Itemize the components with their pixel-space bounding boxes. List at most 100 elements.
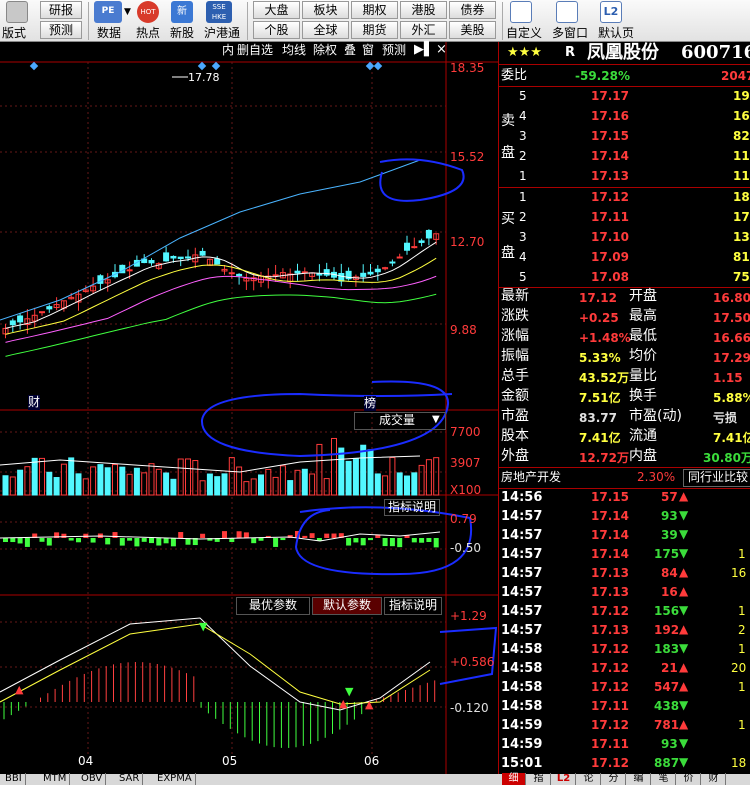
bid-price: 17.08: [591, 270, 629, 284]
sector-name[interactable]: 房地产开发: [501, 470, 561, 485]
candle-body: [163, 252, 170, 262]
market-0-1-button[interactable]: 板块: [302, 1, 349, 19]
candle-body: [126, 269, 133, 272]
shanghai-hk-connect-icon[interactable]: SSE HKE: [206, 1, 232, 23]
divider: [499, 187, 750, 188]
weibi-value: -59.28%: [575, 69, 630, 83]
tick-price: 17.14: [591, 528, 629, 542]
ask-price: 17.13: [591, 169, 629, 183]
chevron-down-icon[interactable]: ▼: [124, 5, 131, 19]
weibi-count: 2047: [721, 69, 750, 83]
chart-toolbar-button[interactable]: 均线: [282, 43, 306, 58]
quote-tab[interactable]: 分: [602, 773, 626, 785]
candle-body: [177, 256, 184, 260]
quote-tab[interactable]: 论: [577, 773, 601, 785]
research-report-button[interactable]: 研报: [40, 1, 82, 19]
macd-button-0[interactable]: 最优参数: [236, 597, 310, 615]
quote-tab[interactable]: L2: [552, 773, 576, 785]
market-1-4-button[interactable]: 美股: [449, 21, 496, 39]
volume-bar: [404, 475, 410, 496]
default-page-label[interactable]: 默认页: [598, 26, 634, 40]
market-1-3-button[interactable]: 外汇: [400, 21, 447, 39]
new-stock-icon[interactable]: 新: [171, 1, 193, 23]
indicator-tab-sar[interactable]: SAR: [116, 773, 144, 785]
quote-tab[interactable]: 价: [677, 773, 701, 785]
custom-label[interactable]: 自定义: [506, 26, 542, 40]
candle-body: [396, 256, 403, 259]
market-1-0-button[interactable]: 个股: [253, 21, 300, 39]
indicator-tab-mtm[interactable]: MTM: [40, 773, 71, 785]
kline-chart-area[interactable]: 内删自选 均线 除权叠窗预测 ▶▌ × 18.35 15.52 12.70 9.88 17.78 财…: [0, 42, 498, 785]
quote-tab[interactable]: 编: [627, 773, 651, 785]
multi-window-icon[interactable]: [556, 1, 578, 23]
chart-toolbar-button[interactable]: 内: [222, 43, 234, 58]
hot-icon[interactable]: HOT: [137, 1, 159, 23]
macd-button-2[interactable]: 指标说明: [384, 597, 442, 615]
ask-level: 3: [519, 129, 527, 143]
weibi-label: 委比: [501, 68, 528, 83]
chart-toolbar-button[interactable]: 除权: [313, 43, 337, 58]
bid-volume: 182: [733, 190, 750, 204]
indicator-bar: [156, 538, 162, 546]
price-tick: 18.35: [450, 61, 485, 75]
chart-toolbar-button[interactable]: 窗: [362, 43, 374, 58]
macd-tick: +0.586: [450, 655, 495, 669]
quote-tab[interactable]: 指: [527, 773, 551, 785]
indicator-bar: [368, 538, 373, 541]
l2-default-page-icon[interactable]: L2: [600, 1, 622, 23]
bid-price: 17.11: [591, 210, 629, 224]
layout-label[interactable]: 版式: [2, 26, 26, 40]
market-1-1-button[interactable]: 全球: [302, 21, 349, 39]
market-0-0-button[interactable]: 大盘: [253, 1, 300, 19]
tick-time: 14:58: [501, 661, 543, 676]
chart-toolbar-button[interactable]: 叠: [344, 43, 356, 58]
bid-level: 2: [519, 210, 527, 224]
macd-button-1[interactable]: 默认参数: [312, 597, 382, 615]
chart-toolbar-button[interactable]: 预测: [382, 43, 406, 58]
tick-volume: 547: [654, 680, 680, 694]
ask-volume: 829: [733, 129, 750, 143]
chevron-down-icon[interactable]: ▼: [432, 412, 440, 427]
indicator-tab-expma[interactable]: EXPMA: [154, 773, 196, 785]
market-0-3-button[interactable]: 港股: [400, 1, 447, 19]
tick-count: 2: [738, 623, 746, 637]
forecast-button[interactable]: 预测: [40, 21, 82, 39]
stat-value: 亏损: [713, 411, 738, 425]
indicator-tick: -0.50: [450, 541, 482, 555]
market-1-2-button[interactable]: 期货: [351, 21, 398, 39]
bid-volume: 1750: [733, 210, 750, 224]
quote-tab[interactable]: 细: [502, 773, 526, 785]
indicator-tab-obv[interactable]: OBV: [78, 773, 107, 785]
data-pe-icon[interactable]: PE: [94, 1, 122, 23]
quote-tab[interactable]: 财: [702, 773, 726, 785]
tick-volume: 93: [661, 509, 678, 523]
close-icon[interactable]: ×: [436, 42, 447, 57]
month-label: 04: [78, 754, 94, 768]
candle-body: [170, 255, 177, 259]
chart-toolbar-button[interactable]: 删自选: [237, 43, 273, 58]
indicator-help-button[interactable]: 指标说明: [384, 499, 440, 516]
multi-window-label[interactable]: 多窗口: [552, 26, 588, 40]
tick-volume: 438: [654, 699, 680, 713]
data-label[interactable]: 数据: [97, 26, 121, 40]
hotspot-label[interactable]: 热点: [136, 26, 160, 40]
shanghai-hk-connect-label[interactable]: 沪港通: [204, 26, 240, 40]
volume-bar: [75, 473, 82, 496]
signal-arrow-icon: ▲: [365, 698, 374, 711]
macd-tick: -0.120: [450, 701, 489, 715]
fullscreen-icon[interactable]: ▶▌: [414, 42, 434, 57]
market-0-4-button[interactable]: 债券: [449, 1, 496, 19]
quote-tab[interactable]: 笔: [652, 773, 676, 785]
industry-compare-button[interactable]: 同行业比较: [683, 469, 750, 487]
market-0-2-button[interactable]: 期权: [351, 1, 398, 19]
indicator-tab-bbi[interactable]: BBI: [2, 773, 26, 785]
new-stock-label[interactable]: 新股: [170, 26, 194, 40]
custom-edit-icon[interactable]: [510, 1, 532, 23]
divider: [499, 467, 750, 468]
indicator-bar: [134, 538, 140, 547]
layout-icon[interactable]: [6, 1, 28, 23]
tick-time: 14:58: [501, 680, 543, 695]
candle-body: [199, 250, 206, 256]
stat-value: 30.80万: [703, 451, 750, 465]
divider: [499, 86, 750, 87]
